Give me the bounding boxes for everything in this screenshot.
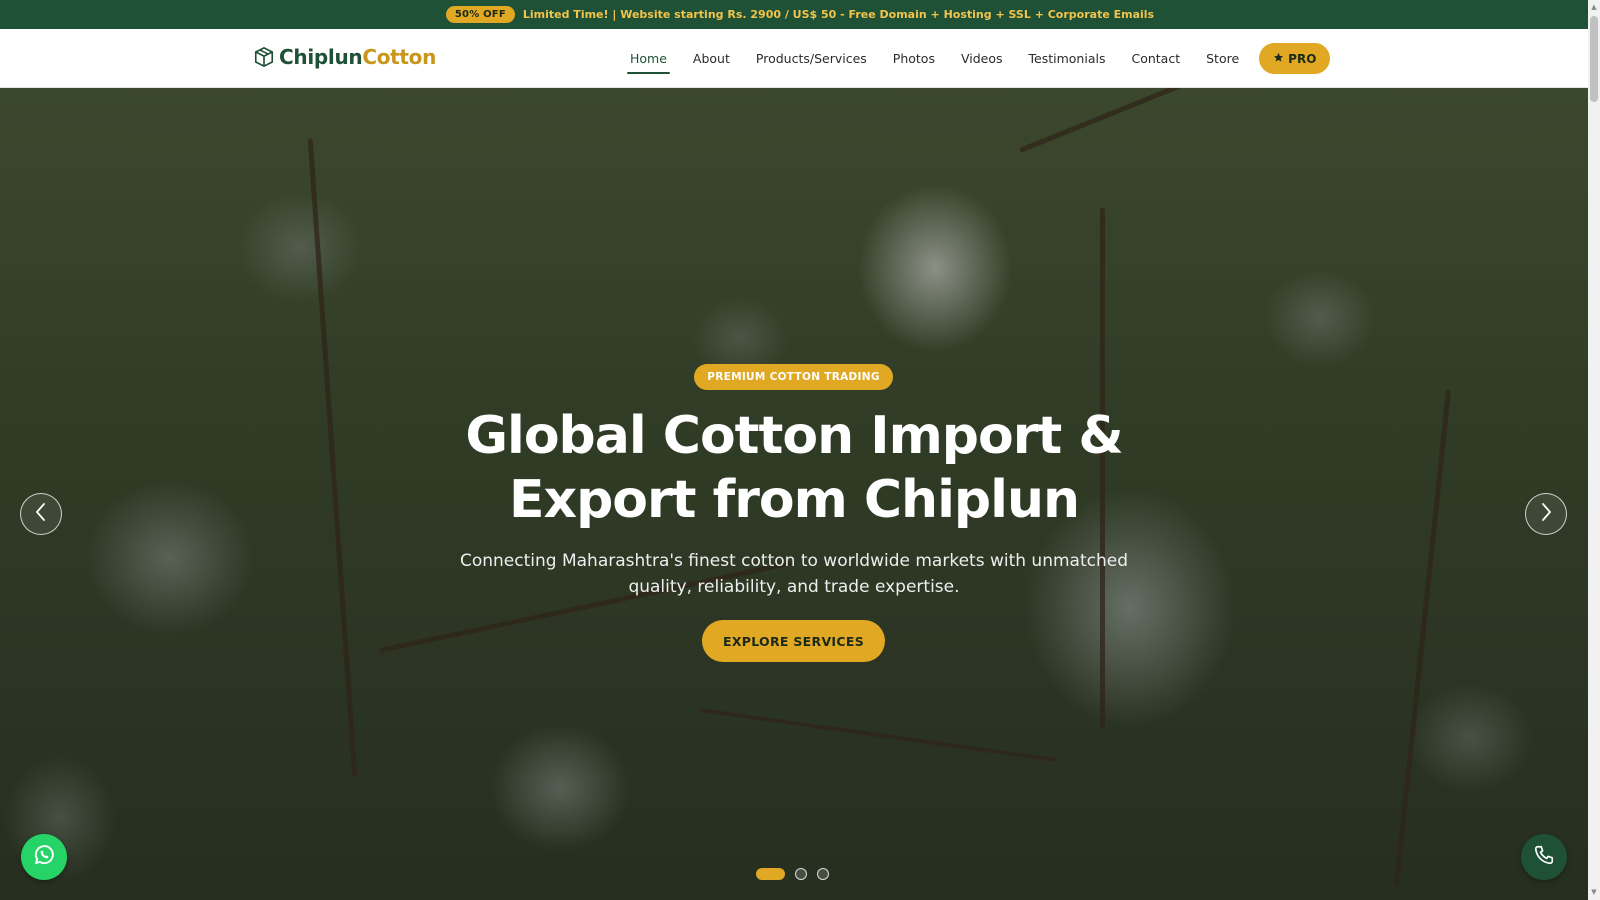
explore-services-button[interactable]: EXPLORE SERVICES: [702, 620, 885, 662]
main-nav: Home About Products/Services Photos Vide…: [617, 29, 1331, 88]
hero-content: PREMIUM COTTON TRADING Global Cotton Imp…: [0, 88, 1588, 900]
brand-name-part1: Chiplun: [279, 45, 363, 69]
promo-text[interactable]: Limited Time! | Website starting Rs. 290…: [523, 8, 1154, 21]
nav-store[interactable]: Store: [1193, 29, 1252, 88]
slider-dot-2[interactable]: [795, 868, 807, 880]
star-icon: [1273, 52, 1284, 66]
hero-title-line1: Global Cotton Import &: [465, 406, 1123, 466]
pro-button[interactable]: PRO: [1259, 43, 1331, 74]
nav-contact[interactable]: Contact: [1118, 29, 1193, 88]
call-button[interactable]: [1521, 834, 1567, 880]
slider-prev-button[interactable]: [20, 493, 62, 535]
slider-next-button[interactable]: [1525, 493, 1567, 535]
brand-name: ChiplunCotton: [279, 45, 436, 69]
pro-label: PRO: [1288, 51, 1317, 66]
hero-slider: PREMIUM COTTON TRADING Global Cotton Imp…: [0, 88, 1588, 900]
discount-badge: 50% OFF: [445, 6, 515, 23]
nav-home[interactable]: Home: [617, 29, 680, 88]
nav-photos[interactable]: Photos: [880, 29, 948, 88]
slider-dot-1[interactable]: [756, 868, 785, 880]
nav-videos[interactable]: Videos: [948, 29, 1016, 88]
scroll-down-icon[interactable]: ▼: [1590, 888, 1598, 896]
slider-dot-3[interactable]: [817, 868, 829, 880]
chevron-right-icon: [1538, 502, 1554, 526]
promo-bar: 50% OFF Limited Time! | Website starting…: [0, 0, 1600, 29]
hero-tag: PREMIUM COTTON TRADING: [694, 364, 893, 390]
hero-subtitle: Connecting Maharashtra's finest cotton t…: [444, 548, 1144, 600]
chevron-left-icon: [33, 502, 49, 526]
slider-dots: [756, 868, 829, 880]
hero-subtitle-line1: Connecting Maharashtra's finest cotton t…: [459, 551, 1128, 571]
nav-products-services[interactable]: Products/Services: [743, 29, 880, 88]
box-icon: [253, 46, 275, 68]
nav-testimonials[interactable]: Testimonials: [1016, 29, 1119, 88]
site-logo[interactable]: ChiplunCotton: [253, 45, 436, 69]
scroll-up-icon[interactable]: ▲: [1590, 3, 1598, 11]
nav-about[interactable]: About: [680, 29, 743, 88]
hero-title-line2: Export from Chiplun: [509, 470, 1080, 530]
hero-subtitle-line2: quality, reliability, and trade expertis…: [628, 577, 960, 597]
whatsapp-button[interactable]: [21, 834, 67, 880]
scroll-thumb[interactable]: [1590, 16, 1598, 102]
page-scrollbar[interactable]: ▲ ▼: [1588, 0, 1600, 900]
phone-icon: [1533, 844, 1555, 870]
site-header: ChiplunCotton Home About Products/Servic…: [0, 29, 1588, 88]
brand-name-part2: Cotton: [362, 45, 437, 69]
whatsapp-icon: [32, 843, 56, 871]
hero-title: Global Cotton Import & Export from Chipl…: [394, 404, 1194, 532]
